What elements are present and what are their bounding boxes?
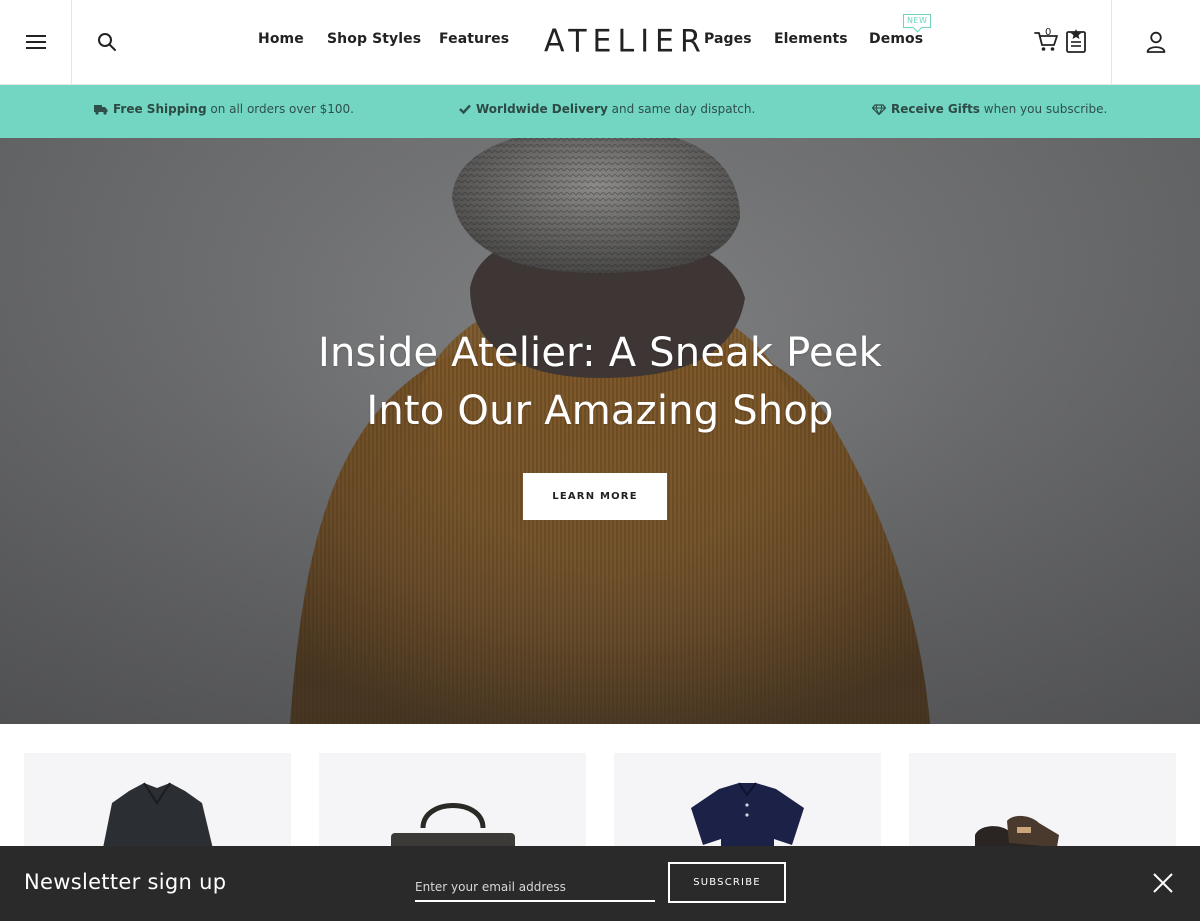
newsletter-bar: Newsletter sign up SUBSCRIBE: [0, 846, 1200, 921]
learn-more-button[interactable]: LEARN MORE: [523, 473, 667, 520]
newsletter-title: Newsletter sign up: [24, 870, 227, 894]
banner-bold: Receive Gifts: [891, 102, 980, 116]
banner-worldwide-delivery: Worldwide Delivery and same day dispatch…: [459, 102, 755, 116]
hero-section: Inside Atelier: A Sneak Peek Into Our Am…: [0, 138, 1200, 724]
check-icon: [459, 104, 471, 114]
banner-bold: Free Shipping: [113, 102, 207, 116]
hamburger-icon: [25, 35, 46, 49]
nav-demos[interactable]: Demos: [869, 31, 923, 47]
polo-shirt-image: [691, 782, 804, 853]
newsletter-email-input[interactable]: [415, 868, 655, 902]
product-card-shoes[interactable]: [909, 753, 1176, 853]
product-grid: [0, 724, 1200, 853]
truck-icon: [94, 104, 108, 115]
search-icon: [98, 33, 116, 51]
hero-title-line-1: Inside Atelier: A Sneak Peek: [317, 330, 883, 376]
banner-text: on all orders over $100.: [210, 102, 354, 116]
nav-features[interactable]: Features: [439, 31, 509, 47]
hero-title: Inside Atelier: A Sneak Peek Into Our Am…: [0, 324, 1200, 440]
banner-receive-gifts: Receive Gifts when you subscribe.: [872, 102, 1107, 116]
search-button[interactable]: [72, 0, 142, 84]
nav-elements[interactable]: Elements: [774, 31, 848, 47]
hero-title-line-2: Into Our Amazing Shop: [366, 388, 834, 434]
banner-free-shipping: Free Shipping on all orders over $100.: [94, 102, 354, 116]
nav-shop-styles[interactable]: Shop Styles: [327, 31, 421, 47]
product-card-jacket[interactable]: [24, 753, 291, 853]
subscribe-button[interactable]: SUBSCRIBE: [668, 862, 786, 903]
banner-text: and same day dispatch.: [611, 102, 756, 116]
banner-bold: Worldwide Delivery: [476, 102, 608, 116]
shoes-image: [975, 815, 1059, 853]
account-button[interactable]: [1111, 0, 1200, 84]
banner-text: when you subscribe.: [983, 102, 1108, 116]
nav-home[interactable]: Home: [258, 31, 304, 47]
site-logo[interactable]: ATELIER: [544, 23, 707, 60]
new-badge: NEW: [903, 14, 932, 28]
diamond-icon: [872, 103, 886, 115]
user-icon: [1146, 31, 1166, 53]
jacket-image: [102, 782, 214, 853]
menu-button[interactable]: [0, 0, 72, 84]
bag-image: [391, 803, 515, 853]
close-icon[interactable]: [1151, 871, 1175, 895]
promo-banner: Free Shipping on all orders over $100. W…: [0, 85, 1200, 138]
product-card-bag[interactable]: [319, 753, 586, 853]
wishlist-icon[interactable]: [1065, 29, 1087, 53]
site-header: Home Shop Styles Features ATELIER Pages …: [0, 0, 1200, 85]
product-card-polo[interactable]: [614, 753, 881, 853]
cart-count: 0: [1045, 27, 1052, 38]
nav-pages[interactable]: Pages: [704, 31, 752, 47]
